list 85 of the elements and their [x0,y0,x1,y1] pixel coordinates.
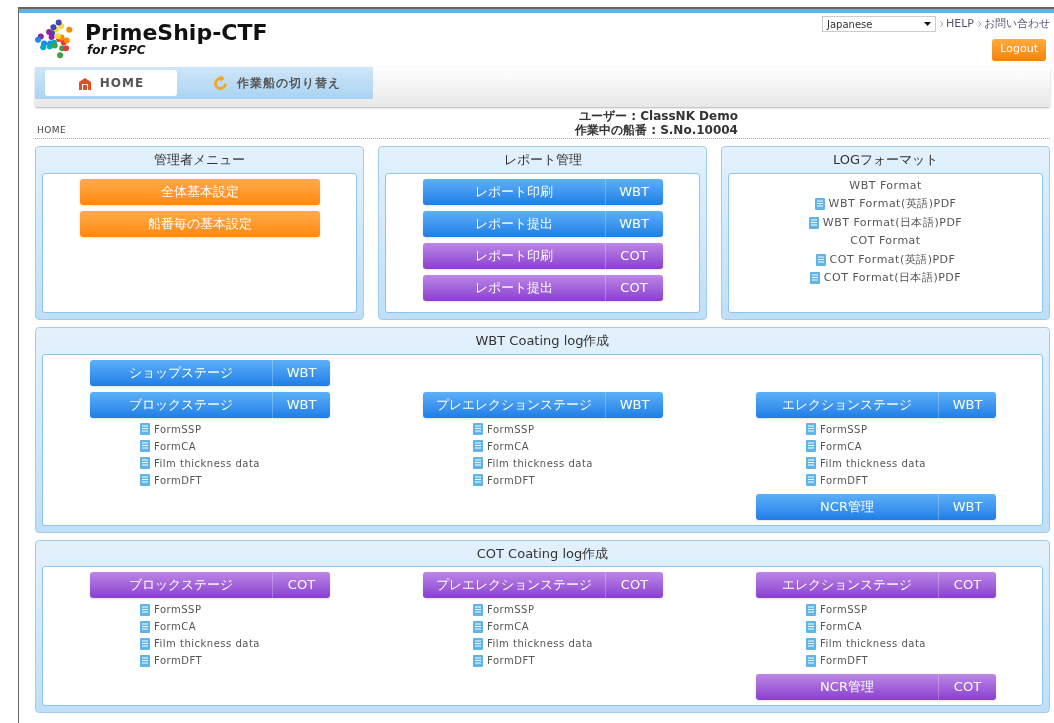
document-icon [473,603,483,616]
form-link[interactable]: FormDFT [820,653,869,668]
user-info-text: ユーザー : ClassNK Demo [579,109,738,123]
stage-button[interactable]: エレクションステージ COT [756,572,996,598]
form-link[interactable]: FormSSP [487,602,535,617]
stage-button[interactable]: NCR管理 COT [756,674,996,700]
document-icon [806,474,816,486]
chevron-icon [940,21,944,28]
document-icon [140,423,150,435]
form-link[interactable]: FormDFT [487,472,536,488]
panel-title: 管理者メニュー [153,151,246,169]
document-icon [140,637,150,650]
document-icon [140,654,150,667]
form-link[interactable]: Film thickness data [820,636,926,651]
format-heading: COT Format [850,233,921,249]
document-icon [140,457,150,469]
document-icon [806,620,816,633]
nav-tab[interactable]: HOME [45,70,177,96]
document-icon [473,637,483,650]
pdf-link[interactable]: WBT Format(日本語)PDF [822,214,963,231]
document-icon [808,216,819,229]
form-link[interactable]: FormDFT [820,472,869,488]
dropdown-caret-icon [924,22,931,27]
form-link[interactable]: FormDFT [154,653,203,668]
form-link[interactable]: Film thickness data [820,455,926,471]
user-info-text: 作業中の船番 : S.No.10004 [575,123,738,137]
form-link[interactable]: Film thickness data [487,636,593,651]
document-icon [473,440,483,452]
form-link[interactable]: FormDFT [154,472,203,488]
app-subtitle: for PSPC [86,44,146,56]
stage-button[interactable]: プレエレクションステージ COT [423,572,663,598]
document-icon [814,198,825,211]
panel-title: レポート管理 [502,151,583,169]
document-icon [140,440,150,452]
form-link[interactable]: FormSSP [820,602,868,617]
stage-button[interactable]: レポート提出 COT [422,274,663,301]
form-link[interactable]: Film thickness data [154,636,260,651]
document-icon [806,423,816,435]
form-link[interactable]: FormCA [487,619,529,634]
document-icon [473,654,483,667]
form-link[interactable]: Film thickness data [154,455,260,471]
language-select[interactable]: Japanese [822,16,936,33]
document-icon [806,654,816,667]
document-icon [140,620,150,633]
logo-icon [35,19,75,59]
document-icon [473,474,483,486]
form-link[interactable]: FormSSP [154,421,202,437]
app-title: PrimeShip-CTF [85,22,268,44]
chevron-icon [978,21,982,28]
form-link[interactable]: Film thickness data [487,455,593,471]
form-link[interactable]: FormCA [154,438,196,454]
document-icon [815,253,826,266]
document-icon [806,440,816,452]
pdf-link[interactable]: COT Format(英語)PDF [829,251,956,268]
document-icon [140,474,150,486]
document-icon [806,457,816,469]
panel-title: COT Coating log作成 [475,544,610,563]
stage-button[interactable]: レポート印刷 COT [422,242,663,269]
pdf-link[interactable]: COT Format(日本語)PDF [823,270,962,287]
format-heading: WBT Format [849,177,922,194]
document-icon [140,603,150,616]
form-link[interactable]: FormSSP [820,421,868,437]
nav-tab[interactable]: 作業船の切り替え [189,70,363,96]
refresh-icon [211,74,229,92]
breadcrumb: HOME [36,123,68,137]
panel-title: WBT Coating log作成 [474,332,611,350]
document-icon [473,620,483,633]
stage-button[interactable]: ブロックステージ COT [90,572,330,598]
form-link[interactable]: FormCA [487,438,529,454]
document-icon [473,423,483,435]
house-icon [77,76,92,90]
document-icon [806,603,816,616]
header-link[interactable]: お問い合わせ [984,16,1050,33]
panel-title: LOGフォーマット [831,151,940,169]
form-link[interactable]: FormCA [820,438,862,454]
document-icon [809,272,820,285]
document-icon [473,457,483,469]
form-link[interactable]: FormCA [154,619,196,634]
form-link[interactable]: FormSSP [154,602,202,617]
document-icon [806,637,816,650]
header-link[interactable]: HELP [946,16,974,33]
form-link[interactable]: FormDFT [487,653,536,668]
form-link[interactable]: FormSSP [487,421,535,437]
form-link[interactable]: FormCA [820,619,862,634]
pdf-link[interactable]: WBT Format(英語)PDF [828,196,957,213]
